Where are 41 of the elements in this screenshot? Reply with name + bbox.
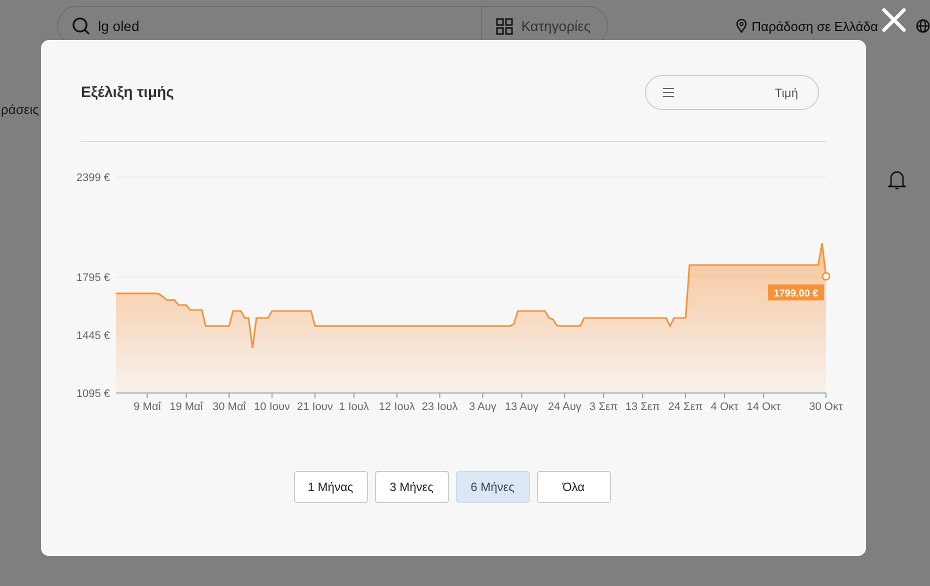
range-tab[interactable]: 3 Μήνες — [374, 471, 448, 503]
end-marker — [822, 272, 830, 281]
y-axis-label: 1445 € — [76, 330, 110, 342]
y-axis-label: 1095 € — [76, 388, 110, 400]
search-text: lg oled — [98, 18, 140, 34]
close-icon — [882, 8, 906, 32]
sort-dropdown[interactable]: Τιμή — [645, 75, 819, 110]
y-axis-label: 2399 € — [76, 172, 110, 184]
x-axis-label: 30 Μαΐ — [212, 401, 246, 413]
delivery-link[interactable]: Παράδοση σε Ελλάδα — [736, 18, 878, 34]
x-axis-label: 1 Ιουλ — [339, 401, 369, 413]
grid-icon — [496, 18, 514, 34]
x-axis-label: 23 Ιουλ — [422, 401, 458, 413]
x-axis-label: 10 Ιουν — [254, 401, 290, 413]
x-axis-label: 14 Οκτ — [746, 401, 780, 413]
x-axis-label: 30 Οκτ — [809, 401, 843, 413]
x-axis-label: 19 Μαΐ — [170, 401, 203, 413]
annotation: 1799.00 € — [774, 288, 819, 300]
y-axis-label: 1795 € — [76, 272, 110, 284]
x-axis-label: 4 Οκτ — [710, 401, 738, 413]
x-axis-label: 13 Αυγ — [504, 401, 538, 413]
x-axis-label: 24 Σεπ — [668, 401, 703, 413]
range-tab[interactable]: Όλα — [536, 471, 610, 503]
x-axis-label: 12 Ιουλ — [378, 401, 415, 413]
nav-text: ράσεις — [1, 102, 39, 117]
range-tab[interactable]: 6 Μήνες — [456, 471, 530, 503]
bell-icon[interactable] — [888, 170, 906, 190]
range-tab[interactable]: 1 Μήνας — [294, 471, 368, 503]
x-axis-label: 13 Σεπ — [625, 401, 660, 413]
close-button[interactable] — [879, 5, 909, 35]
x-axis-label: 3 Σεπ — [589, 401, 618, 413]
dialog-title: Εξέλιξη τιμής — [81, 84, 174, 101]
x-axis-label: 21 Ιουν — [296, 401, 333, 413]
x-axis-label: 3 Αυγ — [469, 401, 496, 413]
location-pin-icon — [736, 19, 747, 33]
x-axis-label: 24 Αυγ — [548, 401, 582, 413]
globe-icon[interactable] — [916, 19, 930, 33]
price-tag: 1799.00 € — [768, 284, 824, 300]
search-icon — [72, 17, 90, 35]
sort-icon — [663, 88, 674, 97]
x-axis-label: 9 Μαΐ — [134, 401, 161, 413]
